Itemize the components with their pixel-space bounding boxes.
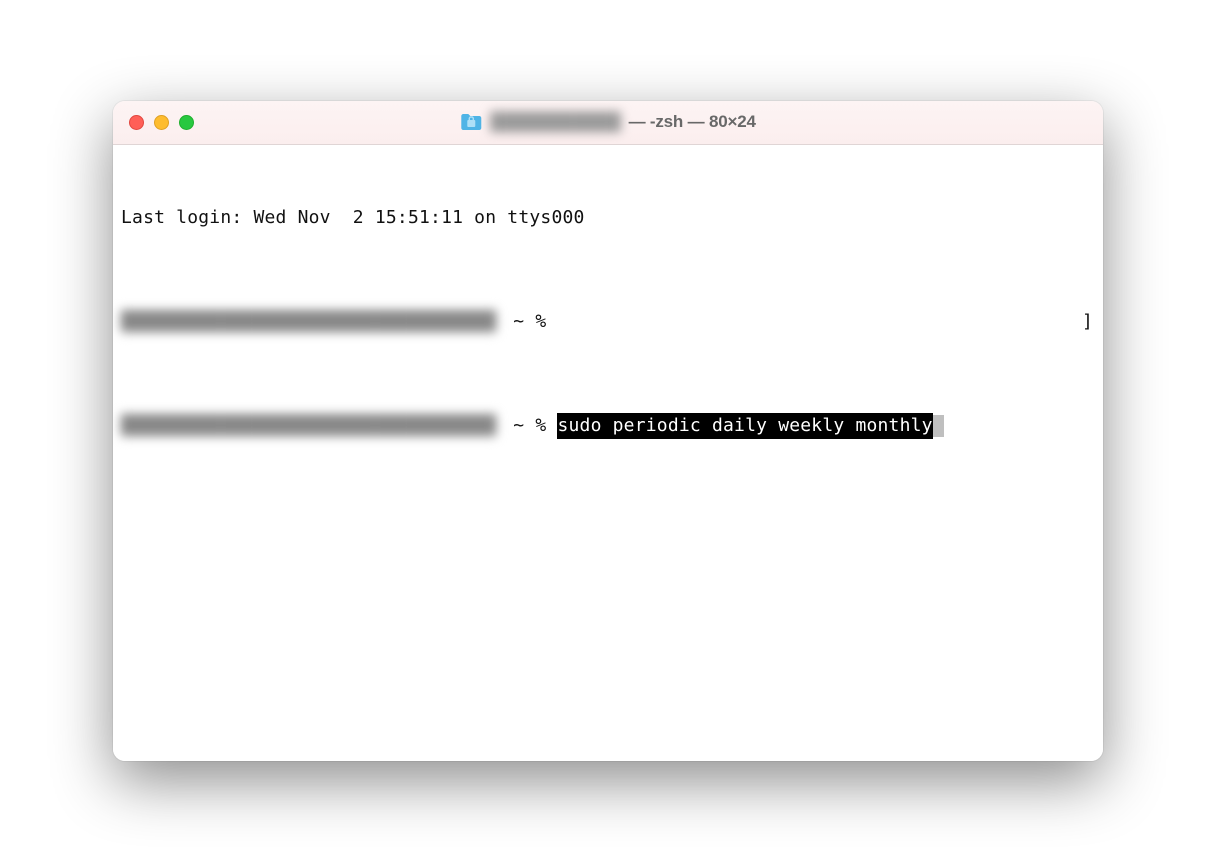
cursor [933, 415, 944, 437]
host-obscured: ██████████████████████████████████ [121, 413, 496, 439]
terminal-output[interactable]: Last login: Wed Nov 2 15:51:11 on ttys00… [113, 145, 1103, 761]
prompt-line-2: ██████████████████████████████████ ~ % s… [121, 413, 1103, 439]
close-button[interactable] [129, 115, 144, 130]
host-obscured: ██████████████████████████████████ [121, 309, 496, 335]
title-suffix: — -zsh — 80×24 [629, 112, 756, 132]
folder-icon [460, 113, 482, 131]
prompt-line-1: ██████████████████████████████████ ~ % ] [121, 309, 1103, 335]
prompt-symbol: ~ % [502, 309, 557, 335]
prompt-symbol: ~ % [502, 413, 557, 439]
right-bracket: ] [1082, 309, 1093, 335]
last-login-text: Last login: Wed Nov 2 15:51:11 on ttys00… [121, 205, 585, 231]
titlebar[interactable]: ███████████ — -zsh — 80×24 [113, 101, 1103, 145]
command-text: sudo periodic daily weekly monthly [557, 413, 932, 439]
window-title: ███████████ — -zsh — 80×24 [460, 112, 755, 132]
maximize-button[interactable] [179, 115, 194, 130]
title-obscured: ███████████ [490, 112, 620, 132]
terminal-window: ███████████ — -zsh — 80×24 Last login: W… [113, 101, 1103, 761]
window-controls [129, 115, 194, 130]
minimize-button[interactable] [154, 115, 169, 130]
last-login-line: Last login: Wed Nov 2 15:51:11 on ttys00… [121, 205, 1103, 231]
